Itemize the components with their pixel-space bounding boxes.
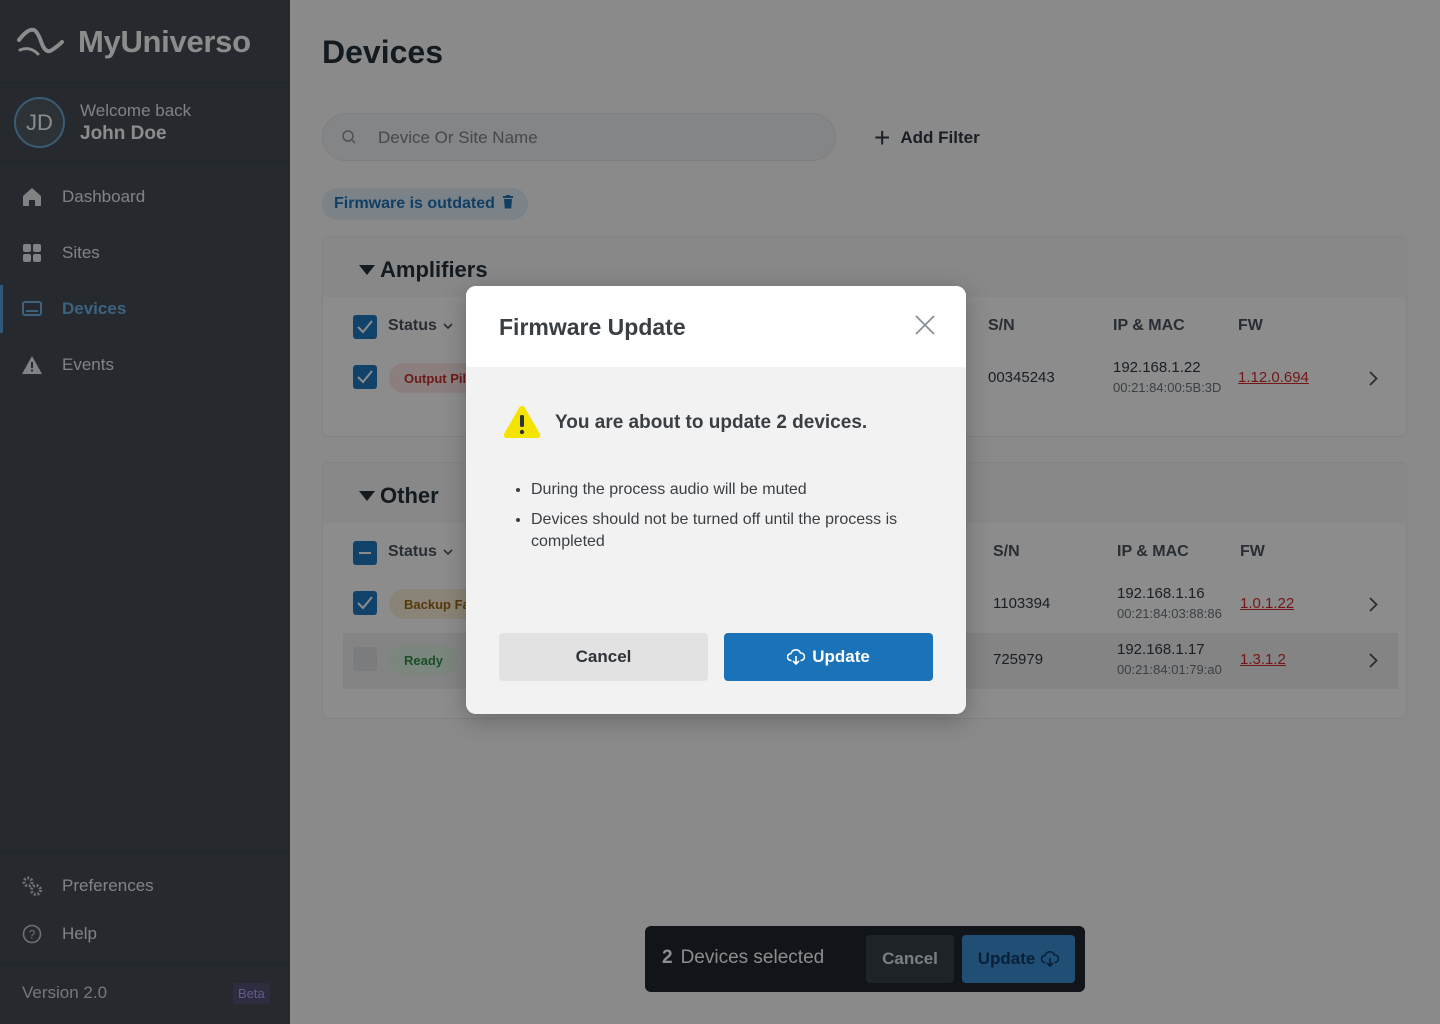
dialog-header: Firmware Update bbox=[466, 286, 966, 367]
list-item: Devices should not be turned off until t… bbox=[531, 509, 941, 553]
list-item: During the process audio will be muted bbox=[531, 479, 941, 501]
warning-message: You are about to update 2 devices. bbox=[555, 412, 868, 433]
warning-icon bbox=[503, 406, 541, 438]
close-icon[interactable] bbox=[913, 313, 937, 337]
update-button[interactable]: Update bbox=[724, 633, 933, 681]
warning-list: During the process audio will be muted D… bbox=[531, 479, 941, 561]
dialog-title: Firmware Update bbox=[499, 314, 686, 340]
update-button-label: Update bbox=[812, 647, 870, 666]
firmware-update-dialog: Firmware Update You are about to update … bbox=[466, 286, 966, 714]
cancel-button[interactable]: Cancel bbox=[499, 633, 708, 681]
cloud-download-icon bbox=[787, 649, 806, 665]
